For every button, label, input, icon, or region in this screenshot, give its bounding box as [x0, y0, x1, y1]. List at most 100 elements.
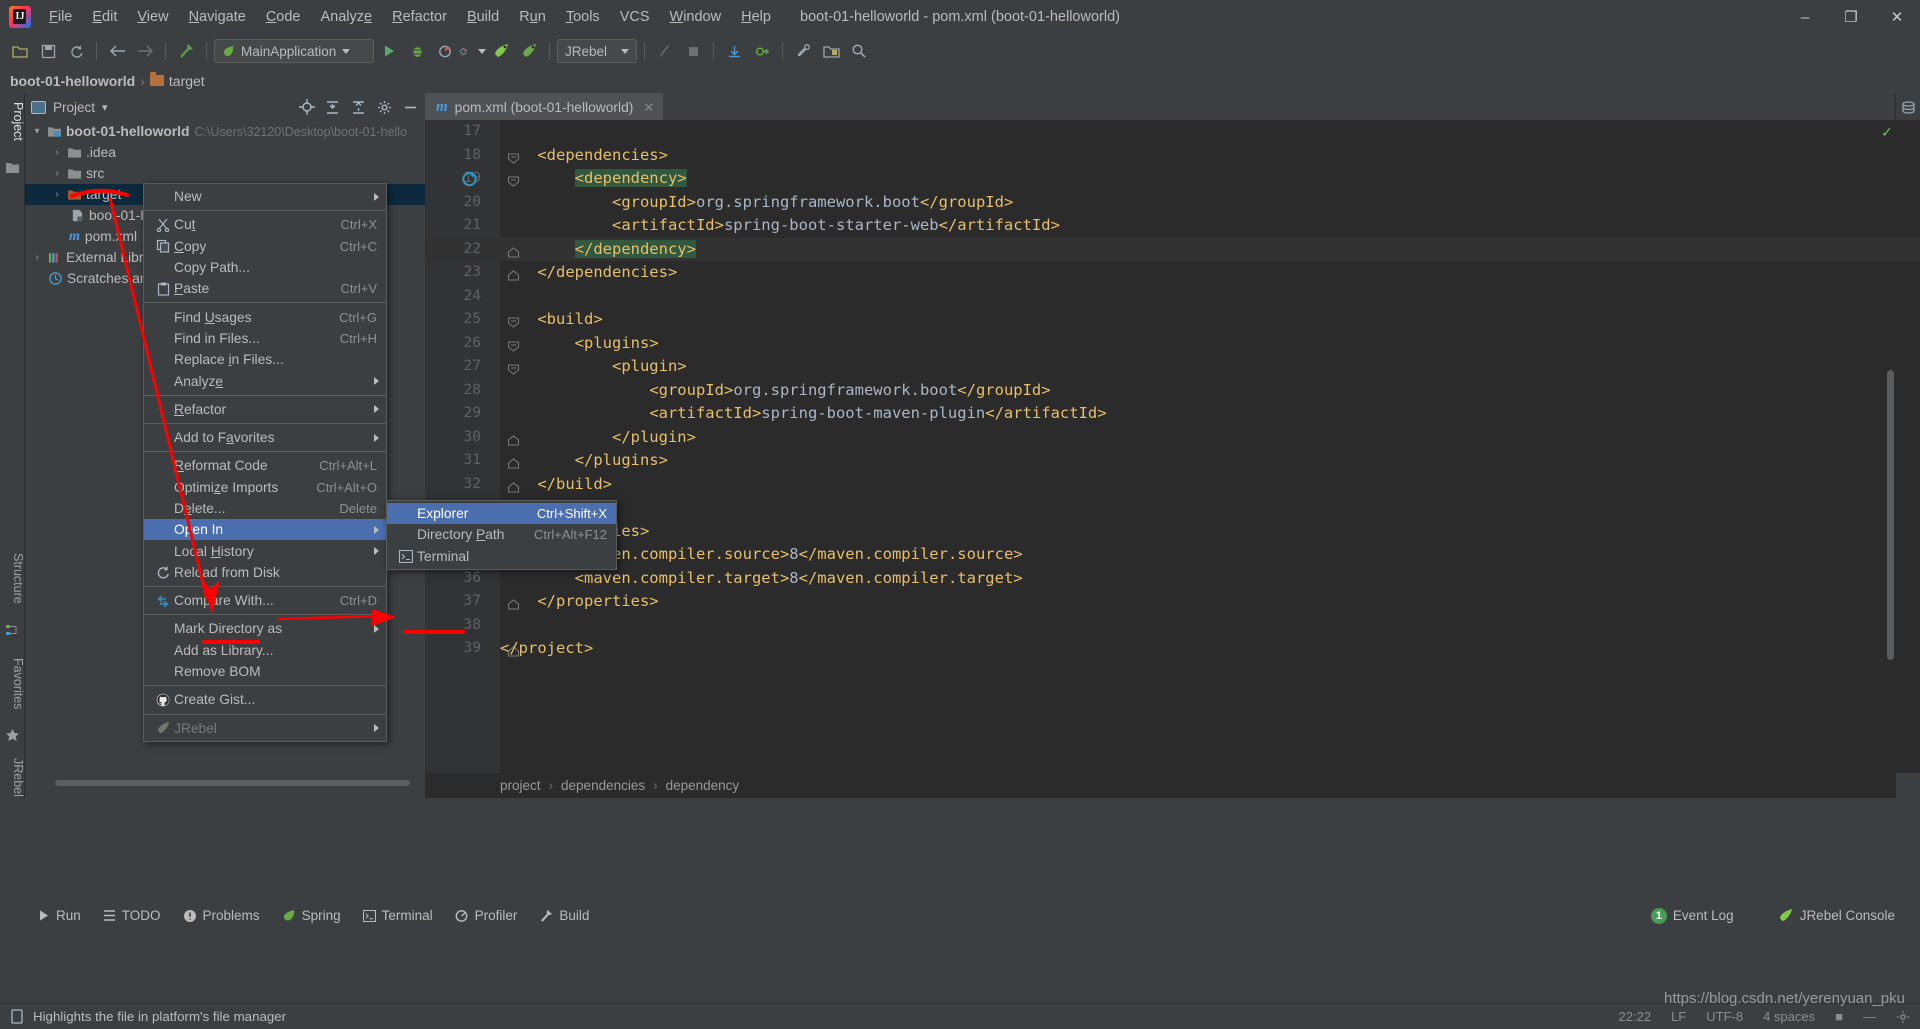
bottom-button-terminal[interactable]: Terminal [352, 905, 444, 926]
tree-row-boot-01-helloworld[interactable]: ▾ boot-01-helloworld C:\Users\32120\Desk… [25, 121, 425, 142]
inspection-status-icon[interactable]: ✓ [1881, 124, 1893, 140]
breadcrumb-project[interactable]: boot-01-helloworld [10, 73, 135, 89]
context-menu-item-replace-in-files[interactable]: Replace in Files... [144, 349, 386, 370]
context-menu-item-delete[interactable]: Delete... Delete [144, 498, 386, 519]
context-menu-item-cut[interactable]: Cut Ctrl+X [144, 214, 386, 235]
bottom-button-run[interactable]: Run [26, 905, 92, 926]
back-icon[interactable] [104, 38, 130, 64]
sidebar-item-jrebel[interactable]: JRebel [0, 753, 25, 802]
bottom-button-problems[interactable]: Problems [172, 905, 271, 926]
stop-icon[interactable] [680, 38, 706, 64]
context-menu-item-find-in-files[interactable]: Find in Files... Ctrl+H [144, 328, 386, 349]
context-menu-item-analyze[interactable]: Analyze [144, 370, 386, 391]
code-line[interactable]: 39 </project> [425, 637, 1920, 661]
code-line[interactable]: 37 </properties> [425, 590, 1920, 614]
code-line[interactable]: 19 <dependency> [425, 167, 1920, 191]
maven-reimport-icon[interactable] [461, 170, 478, 187]
chevron-down-icon[interactable] [342, 48, 351, 54]
editor-breadcrumb-dependencies[interactable]: dependencies [561, 778, 645, 793]
chevron-down-icon[interactable]: ▾ [102, 101, 108, 114]
sidebar-item-favorites[interactable]: Favorites [0, 653, 25, 714]
file-encoding[interactable]: UTF-8 [1706, 1009, 1743, 1024]
editor-vertical-scrollbar[interactable] [1887, 370, 1894, 660]
tab-pom-xml[interactable]: m pom.xml (boot-01-helloworld) ✕ [425, 93, 664, 120]
window-controls[interactable]: – ❐ ✕ [1782, 0, 1920, 34]
menu-bar[interactable]: File Edit View Navigate Code Analyze Refactor B… [39, 0, 781, 34]
menu-window[interactable]: Window [660, 5, 732, 29]
code-line[interactable]: 20 <groupId>org.springframework.boot</gr… [425, 191, 1920, 215]
maximize-button[interactable]: ❐ [1828, 0, 1874, 34]
tree-row-src[interactable]: › src [25, 163, 425, 184]
debug-icon[interactable] [404, 38, 430, 64]
code-line[interactable]: 36 <maven.compiler.target>8</maven.compi… [425, 567, 1920, 591]
editor-breadcrumb-dependency[interactable]: dependency [666, 778, 740, 793]
chevron-right-icon[interactable]: › [51, 168, 63, 179]
sidebar-item-project[interactable]: Project [0, 97, 25, 146]
bottom-button-profiler[interactable]: Profiler [444, 905, 529, 926]
context-menu-item-compare-with[interactable]: Compare With... Ctrl+D [144, 590, 386, 611]
bottom-buttons[interactable]: Run TODO Problems Spring Terminal Profiler Bui… [0, 902, 1920, 929]
context-menu-item-new[interactable]: New [144, 186, 386, 207]
menu-analyze[interactable]: Analyze [311, 5, 383, 29]
code-line[interactable]: 23 </dependencies> [425, 261, 1920, 285]
context-menu-item-mark-directory-as[interactable]: Mark Directory as [144, 618, 386, 639]
context-menu-item-create-gist[interactable]: Create Gist... [144, 689, 386, 710]
context-menu[interactable]: New Cut Ctrl+X Copy Ctrl+C Copy Path... Paste C… [143, 183, 387, 742]
collapse-all-icon[interactable] [350, 99, 367, 116]
breadcrumb-target[interactable]: target [169, 73, 205, 89]
context-menu-item-add-to-favorites[interactable]: Add to Favorites [144, 427, 386, 448]
context-menu-item-find-usages[interactable]: Find Usages Ctrl+G [144, 306, 386, 327]
indent-setting[interactable]: 4 spaces [1763, 1009, 1815, 1024]
jrebel-console-button[interactable]: JRebel Console [1767, 905, 1906, 926]
attach-profiler-icon[interactable] [652, 38, 678, 64]
menu-tools[interactable]: Tools [556, 5, 610, 29]
minimize-button[interactable]: – [1782, 0, 1828, 34]
run-configuration-selector[interactable]: MainApplication [214, 39, 374, 63]
open-folder-icon[interactable] [7, 38, 33, 64]
code-line[interactable]: 34 <properties> [425, 520, 1920, 544]
close-button[interactable]: ✕ [1874, 0, 1920, 34]
context-menu-item-remove-bom[interactable]: Remove BOM [144, 661, 386, 682]
menu-refactor[interactable]: Refactor [382, 5, 457, 29]
code-line[interactable]: 26 <plugins> [425, 332, 1920, 356]
code-line[interactable]: 24 [425, 285, 1920, 309]
gear-icon[interactable] [1896, 1010, 1910, 1024]
editor-breadcrumb-project[interactable]: project [500, 778, 541, 793]
event-log-button[interactable]: 1 Event Log [1640, 905, 1745, 927]
context-menu-item-copy-path[interactable]: Copy Path... [144, 257, 386, 278]
menu-help[interactable]: Help [731, 5, 781, 29]
bottom-right-buttons[interactable]: 1 Event Log JRebel Console [1640, 902, 1906, 929]
menu-file[interactable]: File [39, 5, 82, 29]
project-structure-icon[interactable] [818, 38, 844, 64]
menu-view[interactable]: View [127, 5, 178, 29]
editor-tab-bar[interactable]: m pom.xml (boot-01-helloworld) ✕ [425, 93, 1895, 120]
context-menu-item-reformat-code[interactable]: Reformat Code Ctrl+Alt+L [144, 455, 386, 476]
context-menu-item-open-in[interactable]: Open In [144, 519, 386, 541]
code-line[interactable]: 25 <build> [425, 308, 1920, 332]
code-line[interactable]: 30 </plugin> [425, 426, 1920, 450]
chevron-right-icon[interactable]: › [31, 252, 43, 263]
jrebel-selector[interactable]: JRebel [557, 39, 637, 63]
sidebar-item-structure[interactable]: Structure [0, 548, 25, 609]
expand-all-icon[interactable] [324, 99, 341, 116]
editor-breadcrumb[interactable]: project › dependencies › dependency [425, 773, 1895, 798]
context-menu-item-paste[interactable]: Paste Ctrl+V [144, 278, 386, 299]
code-line[interactable]: 28 <groupId>org.springframework.boot</gr… [425, 379, 1920, 403]
open-in-submenu[interactable]: Explorer Ctrl+Shift+X Directory Path Ctrl+A… [386, 500, 617, 570]
commit-icon[interactable] [749, 38, 775, 64]
project-tree-hscrollbar[interactable] [55, 778, 425, 787]
lock-icon[interactable]: ■ [1835, 1009, 1843, 1024]
context-menu-item-local-history[interactable]: Local History [144, 540, 386, 561]
breadcrumb[interactable]: boot-01-helloworld › target [0, 68, 1920, 93]
menu-navigate[interactable]: Navigate [179, 5, 256, 29]
code-line[interactable]: 18 <dependencies> [425, 144, 1920, 168]
run-with-coverage-icon[interactable] [432, 38, 458, 64]
context-menu-item-refactor[interactable]: Refactor [144, 399, 386, 420]
code-line[interactable]: 21 <artifactId>spring-boot-starter-web</… [425, 214, 1920, 238]
menu-build[interactable]: Build [457, 5, 509, 29]
gear-icon[interactable] [376, 99, 393, 116]
caret-position[interactable]: 22:22 [1619, 1009, 1652, 1024]
context-menu-item-optimize-imports[interactable]: Optimize Imports Ctrl+Alt+O [144, 477, 386, 498]
chevron-down-icon[interactable]: ▾ [31, 126, 43, 137]
sync-icon[interactable] [63, 38, 89, 64]
